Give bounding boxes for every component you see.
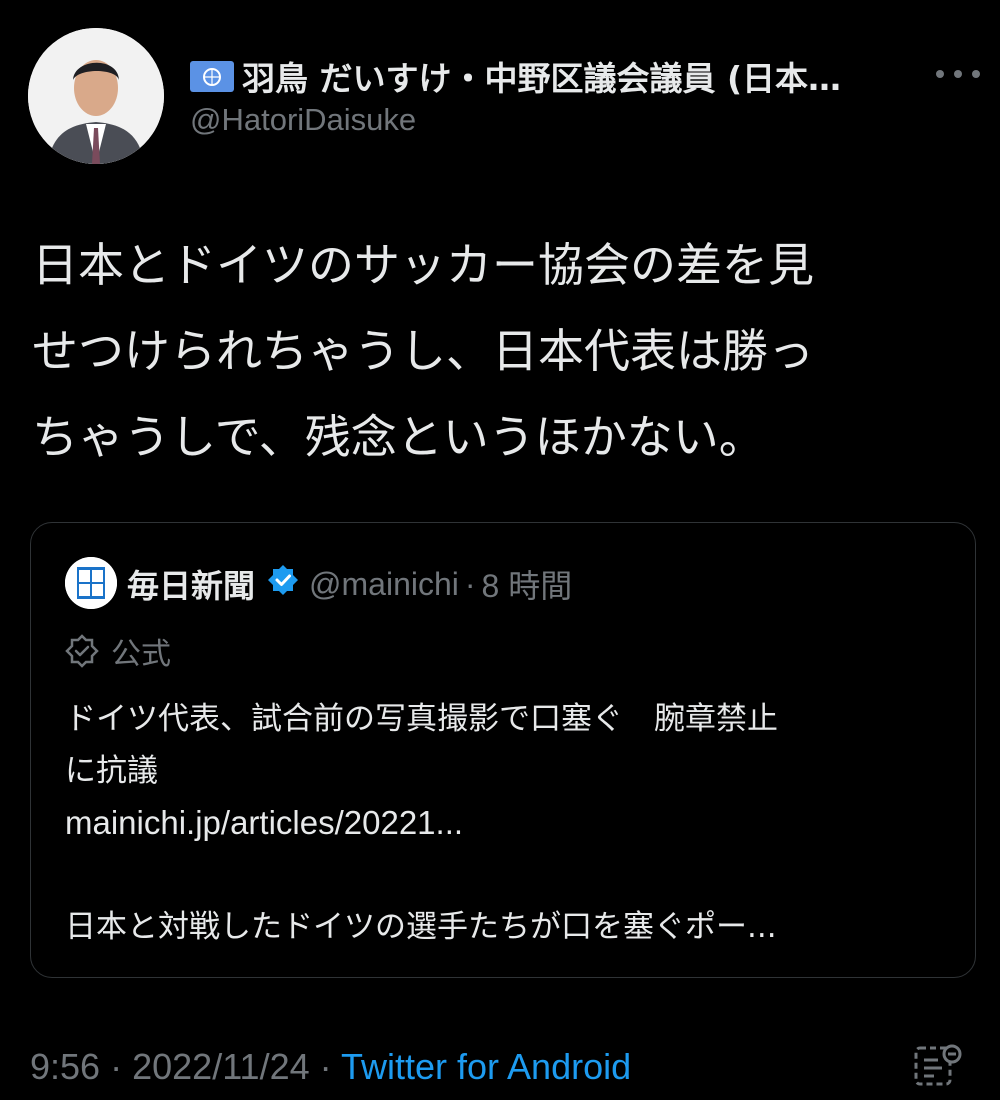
quoted-body-blank	[65, 849, 945, 901]
meta-separator: ·	[110, 1046, 123, 1087]
quoted-body-line: に抗議	[65, 753, 158, 789]
quoted-body-line: 日本と対戦したドイツの選手たちが口を塞ぐポー...	[65, 909, 777, 945]
quoted-article-link[interactable]: mainichi.jp/articles/20221...	[65, 797, 945, 849]
analytics-icon[interactable]	[914, 1044, 964, 1092]
tweet-time[interactable]: 9:56	[30, 1046, 100, 1087]
official-badge-icon	[65, 634, 99, 668]
meta-separator: ·	[319, 1046, 332, 1087]
mainichi-logo-icon	[65, 557, 117, 609]
tweet-text-line: 日本とドイツのサッカー協会の差を見	[32, 238, 814, 292]
author-handle[interactable]: @HatoriDaisuke	[190, 102, 416, 138]
author-avatar[interactable]	[28, 28, 164, 164]
official-label: 公式	[111, 637, 171, 672]
un-flag-icon	[190, 61, 234, 92]
quoted-name[interactable]: 毎日新聞	[127, 561, 255, 607]
quoted-time[interactable]: 8 時間	[482, 561, 573, 607]
tweet-date[interactable]: 2022/11/24	[132, 1046, 310, 1087]
tweet-text-line: ちゃうしで、残念というほかない。	[32, 410, 765, 464]
quoted-body-line: ドイツ代表、試合前の写真撮影で口塞ぐ 腕章禁止	[65, 701, 778, 737]
quoted-separator: ·	[464, 565, 476, 602]
quoted-header: 毎日新聞 @mainichi · 8 時間	[127, 561, 572, 607]
verified-badge-icon	[267, 564, 299, 604]
tweet-source-link[interactable]: Twitter for Android	[341, 1046, 631, 1087]
quoted-avatar[interactable]	[65, 557, 117, 609]
author-display-name-row[interactable]: 羽鳥 だいすけ・中野区議会議員 (日本…	[190, 52, 910, 100]
author-display-name: 羽鳥 だいすけ・中野区議会議員 (日本…	[242, 59, 842, 98]
tweet-text-line: せつけられちゃうし、日本代表は勝っ	[32, 324, 814, 378]
avatar-photo	[28, 28, 164, 164]
tweet-text: 日本とドイツのサッカー協会の差を見 せつけられちゃうし、日本代表は勝っ ちゃうし…	[32, 222, 972, 480]
quoted-tweet-card[interactable]: 毎日新聞 @mainichi · 8 時間 公式 ドイツ代表、試合前の写真撮影で…	[30, 522, 976, 978]
official-label-row: 公式	[65, 629, 171, 673]
quoted-handle[interactable]: @mainichi	[309, 566, 459, 603]
tweet-meta: 9:56 · 2022/11/24 · Twitter for Android	[30, 1046, 631, 1088]
more-options-icon[interactable]	[934, 56, 982, 89]
quoted-body: ドイツ代表、試合前の写真撮影で口塞ぐ 腕章禁止 に抗議 mainichi.jp/…	[65, 693, 945, 953]
